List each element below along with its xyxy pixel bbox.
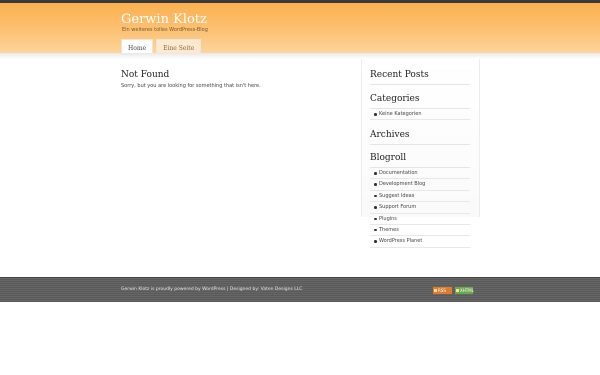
blogroll-item[interactable]: Themes: [370, 225, 470, 237]
rss-badge[interactable]: RSS: [433, 287, 452, 294]
footer-credits: Gerwin Klotz is proudly powered by WordP…: [121, 287, 303, 292]
blogroll-link[interactable]: Plugins: [379, 216, 397, 222]
recent-posts-title: Recent Posts: [370, 70, 470, 85]
blogroll-widget: Blogroll Documentation Development Blog …: [370, 153, 470, 248]
blogroll-link[interactable]: Documentation: [379, 170, 418, 176]
bullet-icon: [374, 113, 377, 116]
blogroll-link[interactable]: Support Forum: [379, 204, 416, 210]
not-found-message: Sorry, but you are looking for something…: [121, 83, 261, 89]
blogroll-item[interactable]: Support Forum: [370, 202, 470, 214]
blogroll-link[interactable]: Suggest Ideas: [379, 193, 414, 199]
list-item: Keine Kategorien: [370, 109, 470, 121]
categories-title: Categories: [370, 94, 470, 109]
main-content: Not Found Sorry, but you are looking for…: [121, 70, 351, 89]
blogroll-item[interactable]: Suggest Ideas: [370, 191, 470, 203]
bullet-icon: [374, 217, 377, 221]
archives-title: Archives: [370, 130, 470, 145]
xhtml-badge[interactable]: XHTML: [455, 287, 474, 294]
sidebar: Recent Posts Categories Keine Kategorien…: [361, 59, 480, 248]
bullet-icon: [374, 228, 377, 232]
rss-icon: [434, 289, 437, 292]
blogroll-link[interactable]: WordPress Planet: [379, 238, 422, 244]
rss-badge-label: RSS: [438, 288, 446, 293]
blogroll-link[interactable]: Development Blog: [379, 181, 425, 187]
blogroll-item[interactable]: WordPress Planet: [370, 236, 470, 248]
categories-list: Keine Kategorien: [370, 109, 470, 121]
bullet-icon: [374, 172, 377, 175]
category-label: Keine Kategorien: [379, 111, 422, 117]
site-description: Ein weiteres tolles WordPress-Blog: [122, 27, 208, 33]
blogroll-link[interactable]: Themes: [379, 227, 399, 233]
blogroll-list: Documentation Development Blog Suggest I…: [370, 168, 470, 248]
bullet-icon: [374, 240, 377, 243]
site-header: Gerwin Klotz Ein weiteres tolles WordPre…: [0, 3, 600, 56]
bullet-icon: [374, 194, 377, 198]
bullet-icon: [374, 206, 377, 209]
site-footer: Gerwin Klotz is proudly powered by WordP…: [0, 277, 600, 302]
blogroll-item[interactable]: Documentation: [370, 168, 470, 180]
xhtml-badge-label: XHTML: [460, 288, 474, 293]
header-shadow: [0, 53, 600, 59]
xhtml-icon: [456, 289, 459, 292]
page-title: Not Found: [121, 70, 170, 80]
blogroll-title: Blogroll: [370, 153, 470, 168]
archives-widget: Archives: [370, 130, 470, 145]
blogroll-item[interactable]: Plugins: [370, 214, 470, 225]
recent-posts-widget: Recent Posts: [370, 70, 470, 85]
blogroll-item[interactable]: Development Blog: [370, 179, 470, 191]
bullet-icon: [374, 183, 377, 186]
categories-widget: Categories Keine Kategorien: [370, 94, 470, 121]
site-title[interactable]: Gerwin Klotz: [121, 12, 207, 27]
